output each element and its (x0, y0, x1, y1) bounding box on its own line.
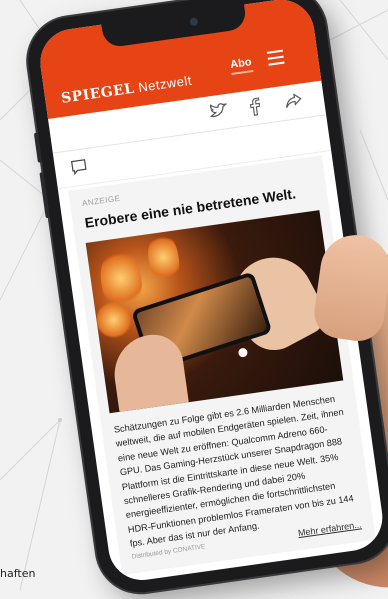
ad-image[interactable] (85, 210, 344, 414)
ad-label: ANZEIGE (81, 193, 121, 209)
caption-fragment: haften (0, 567, 36, 580)
comment-icon[interactable] (68, 158, 91, 181)
logo-text: SPIEGEL (60, 80, 136, 107)
camera-icon (189, 17, 199, 27)
abo-underline (231, 69, 254, 75)
hamburger-menu-icon[interactable] (266, 49, 285, 70)
fire-glow (145, 230, 182, 285)
carousel-dot[interactable] (237, 347, 249, 358)
twitter-icon[interactable] (208, 102, 231, 125)
advertisement-card[interactable]: ANZEIGE Erobere eine nie betretene Welt.… (68, 155, 376, 576)
facebook-icon[interactable] (243, 97, 266, 120)
abo-button[interactable]: Abo (229, 56, 252, 71)
section-name: Netzwelt (137, 72, 193, 96)
share-icon[interactable] (283, 91, 306, 114)
